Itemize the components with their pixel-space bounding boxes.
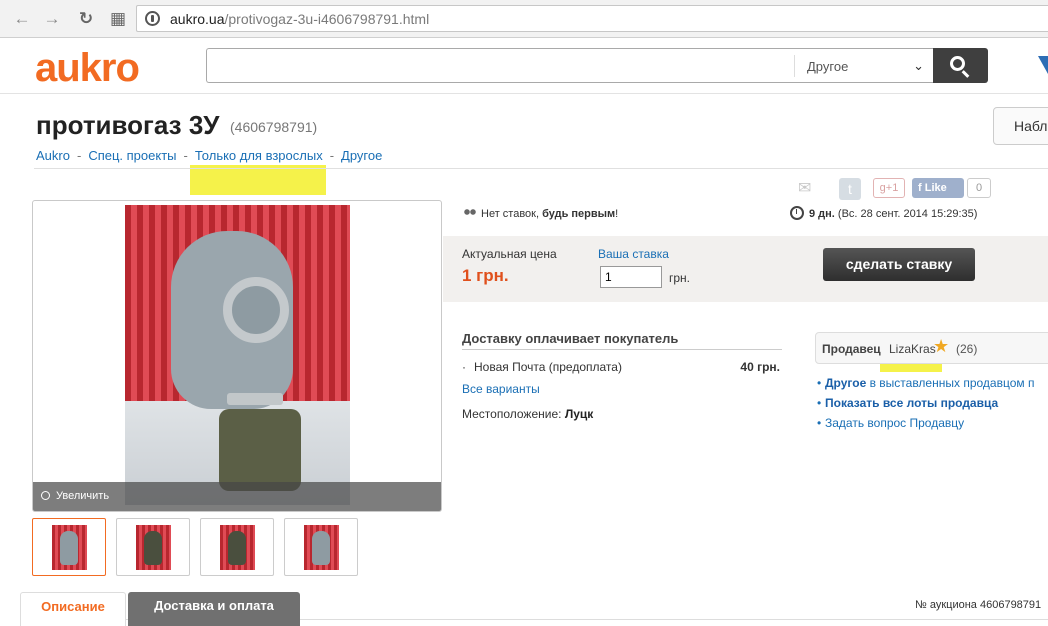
delivery-title: Доставку оплачивает покупатель bbox=[462, 331, 679, 346]
zoom-label: Увеличить bbox=[56, 490, 110, 502]
bid-status: Нет ставок, будь первым! bbox=[463, 208, 618, 220]
facebook-like-count: 0 bbox=[967, 178, 991, 198]
clock-icon bbox=[790, 206, 804, 220]
address-bar[interactable]: aukro.ua/protivogaz-3u-i4606798791.html bbox=[136, 5, 1048, 32]
reload-icon[interactable]: ↻ bbox=[76, 9, 96, 29]
thumbnail-3[interactable] bbox=[200, 518, 274, 576]
url-text[interactable]: aukro.ua/protivogaz-3u-i4606798791.html bbox=[170, 11, 429, 27]
bid-panel: Актуальная цена 1 грн. Ваша ставка грн. … bbox=[443, 236, 1048, 302]
aukro-logo[interactable]: aukro bbox=[35, 46, 140, 91]
search-input[interactable]: Другое ⌄ bbox=[206, 48, 934, 83]
seller-link-all-lots[interactable]: • Показать все лоты продавца bbox=[817, 396, 998, 410]
seller-label: Продавец bbox=[822, 342, 881, 356]
zoom-button[interactable]: Увеличить bbox=[33, 482, 441, 511]
bidders-icon bbox=[463, 209, 476, 218]
page-title: противогаз 3У bbox=[36, 110, 220, 140]
current-price-label: Актуальная цена bbox=[462, 247, 557, 261]
seller-link-ask[interactable]: • Задать вопрос Продавцу bbox=[817, 416, 964, 430]
item-id: (4606798791) bbox=[230, 119, 318, 135]
thumbnail-4[interactable] bbox=[284, 518, 358, 576]
tab-delivery-payment[interactable]: Доставка и оплата bbox=[128, 592, 300, 626]
facebook-icon: f bbox=[918, 182, 925, 194]
zoom-icon bbox=[41, 491, 50, 500]
tab-description[interactable]: Описание bbox=[20, 592, 126, 626]
seller-link-other[interactable]: • Другое в выставленных продавцом п bbox=[817, 376, 1034, 390]
all-delivery-options-link[interactable]: Все варианты bbox=[462, 382, 540, 396]
facebook-like-button[interactable]: f Like bbox=[912, 178, 964, 198]
site-header: aukro Другое ⌄ bbox=[0, 38, 1048, 94]
email-share-icon[interactable]: ✉ bbox=[798, 178, 820, 200]
breadcrumb-adults-only[interactable]: Только для взрослых bbox=[195, 148, 323, 163]
auction-number: № аукциона 4606798791 bbox=[915, 599, 1042, 611]
currency-unit: грн. bbox=[669, 271, 691, 285]
category-select[interactable]: Другое ⌄ bbox=[794, 55, 934, 77]
category-select-label: Другое bbox=[807, 59, 849, 74]
breadcrumb-other[interactable]: Другое bbox=[341, 148, 382, 163]
watch-button[interactable]: Набл bbox=[993, 107, 1048, 145]
seller-name-link[interactable]: LizaKras bbox=[889, 342, 936, 356]
seller-rating[interactable]: (26) bbox=[956, 342, 977, 356]
search-icon bbox=[950, 56, 965, 71]
seller-box: Продавец LizaKras ★ (26) bbox=[815, 332, 1048, 364]
browser-toolbar: ← → ↻ ▦ aukro.ua/protivogaz-3u-i46067987… bbox=[0, 0, 1048, 38]
back-icon[interactable]: ← bbox=[12, 9, 32, 29]
breadcrumb-aukro[interactable]: Aukro bbox=[36, 148, 70, 163]
delivery-option: · Новая Почта (предоплата) 40 грн. bbox=[462, 360, 780, 374]
time-left: 9 дн. (Вс. 28 сент. 2014 15:29:35) bbox=[790, 206, 977, 220]
main-image-frame[interactable]: Увеличить bbox=[32, 200, 442, 512]
divider bbox=[462, 349, 782, 350]
page-info-icon[interactable] bbox=[145, 11, 160, 26]
filter-icon[interactable] bbox=[1038, 56, 1048, 74]
delivery-option-name: Новая Почта (предоплата) bbox=[474, 360, 622, 374]
chevron-down-icon: ⌄ bbox=[913, 58, 924, 73]
your-bid-label[interactable]: Ваша ставка bbox=[598, 247, 669, 261]
place-bid-button[interactable]: сделать ставку bbox=[823, 248, 975, 281]
thumbnail-2[interactable] bbox=[116, 518, 190, 576]
location: Местоположение: Луцк bbox=[462, 407, 594, 421]
google-plus-button[interactable]: g+1 bbox=[873, 178, 905, 198]
forward-icon[interactable]: → bbox=[42, 9, 62, 29]
delivery-option-cost: 40 грн. bbox=[740, 360, 780, 374]
divider bbox=[34, 168, 1048, 169]
breadcrumb-special-projects[interactable]: Спец. проекты bbox=[88, 148, 176, 163]
bid-amount-input[interactable] bbox=[600, 266, 662, 288]
thumbnail-1[interactable] bbox=[32, 518, 106, 576]
search-button[interactable] bbox=[933, 48, 988, 83]
twitter-icon[interactable]: t bbox=[839, 178, 861, 200]
apps-icon[interactable]: ▦ bbox=[108, 9, 128, 29]
current-price: 1 грн. bbox=[462, 266, 509, 285]
highlight-mark bbox=[190, 165, 326, 195]
star-icon: ★ bbox=[933, 336, 950, 356]
breadcrumb: Aukro - Спец. проекты - Только для взрослых -… bbox=[36, 148, 383, 163]
